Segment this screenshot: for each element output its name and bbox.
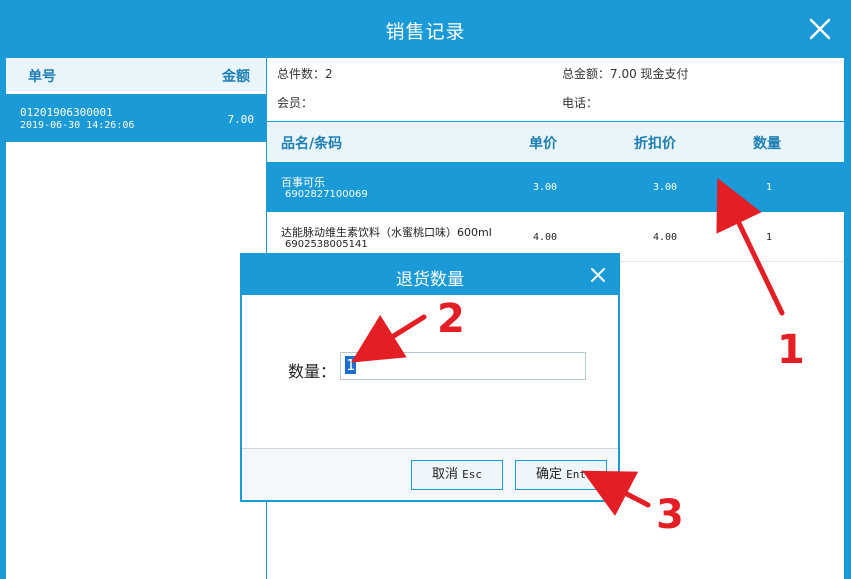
order-list-header: 单号 金额	[6, 58, 266, 91]
item-price: 4.00	[533, 232, 558, 243]
annotation-number-1: 1	[777, 327, 805, 373]
return-quantity-dialog: 退货数量 数量： 1 取消 Esc 确定 Ent	[240, 253, 620, 502]
item-barcode: 6902827100069	[285, 189, 368, 200]
sales-record-window: 销售记录 单号 金额 01201906300001 2019-06-30 14:…	[0, 0, 851, 579]
items-table-header: 品名/条码 单价 折扣价 数量	[267, 122, 844, 162]
title-bar: 销售记录	[0, 0, 851, 58]
cancel-label: 取消	[431, 467, 458, 482]
order-time: 2019-06-30 14:26:06	[20, 120, 135, 131]
quantity-label: 数量：	[288, 362, 337, 381]
annotation-number-3: 3	[656, 492, 684, 538]
column-name-barcode: 品名/条码	[281, 136, 343, 152]
member-field: 会员：	[277, 96, 314, 110]
table-row[interactable]: 百事可乐 6902827100069 3.00 3.00 1	[267, 162, 844, 212]
item-price: 3.00	[533, 182, 558, 193]
order-list: 单号 金额 01201906300001 2019-06-30 14:26:06…	[6, 58, 267, 579]
cancel-button[interactable]: 取消 Esc	[411, 460, 503, 490]
order-amount: 7.00	[227, 113, 255, 126]
column-price: 单价	[529, 136, 557, 152]
annotation-number-2: 2	[437, 296, 465, 342]
item-discount-price: 4.00	[653, 232, 678, 243]
confirm-label: 确定	[535, 467, 562, 482]
column-quantity: 数量	[753, 136, 781, 152]
confirm-shortcut: Ent	[566, 468, 587, 481]
item-quantity: 1	[766, 232, 773, 243]
order-number: 01201906300001	[20, 106, 113, 119]
order-summary: 总件数：2 总金额：7.00 现金支付 会员： 电话：	[267, 58, 844, 122]
total-amount: 总金额：7.00 现金支付	[562, 67, 689, 81]
item-barcode: 6902538005141	[285, 239, 368, 250]
item-discount-price: 3.00	[653, 182, 678, 193]
phone-field: 电话：	[562, 96, 599, 110]
window-title: 销售记录	[385, 21, 466, 43]
total-count: 总件数：2	[277, 67, 333, 81]
item-name: 百事可乐	[281, 176, 325, 189]
column-order-no: 单号	[28, 69, 56, 85]
order-row[interactable]: 01201906300001 2019-06-30 14:26:06 7.00	[6, 94, 266, 142]
dialog-title-bar: 退货数量	[242, 255, 618, 295]
column-discount-price: 折扣价	[634, 136, 676, 152]
item-name: 达能脉动维生素饮料（水蜜桃口味）600ml	[281, 226, 492, 239]
dialog-close-icon[interactable]	[590, 267, 606, 283]
dialog-title: 退货数量	[396, 270, 464, 290]
confirm-button[interactable]: 确定 Ent	[515, 460, 607, 490]
item-quantity: 1	[766, 182, 773, 193]
close-icon[interactable]	[807, 16, 833, 42]
quantity-value: 1	[345, 356, 357, 374]
cancel-shortcut: Esc	[462, 468, 483, 481]
quantity-input[interactable]: 1	[340, 352, 586, 380]
dialog-footer: 取消 Esc 确定 Ent	[242, 448, 618, 500]
column-amount: 金额	[222, 69, 250, 85]
